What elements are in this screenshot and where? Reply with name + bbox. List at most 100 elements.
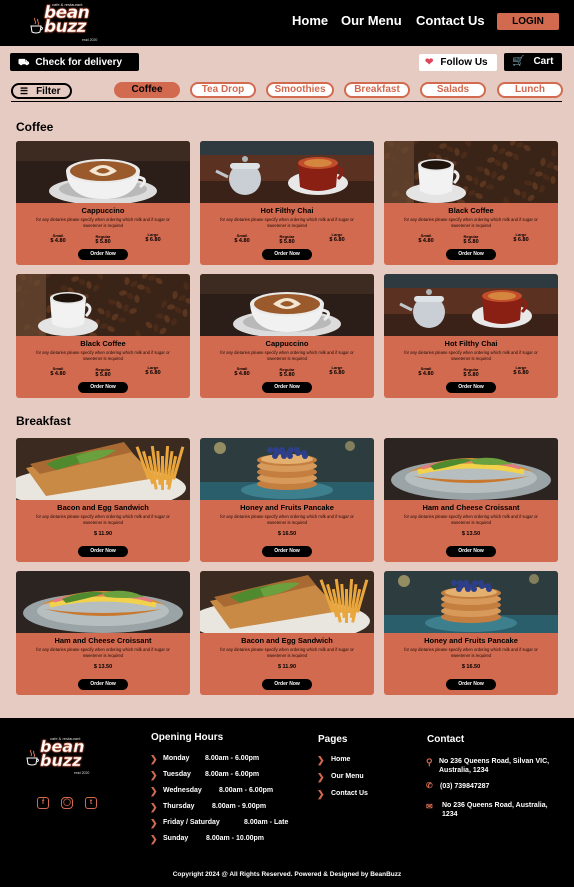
contact-phone[interactable]: (03) 739847287	[440, 783, 489, 790]
login-button[interactable]: LOGIN	[497, 13, 559, 30]
filter-button[interactable]: ☰ Filter	[11, 83, 72, 99]
chevron-right-icon: ❯	[317, 772, 325, 782]
size-large[interactable]: Large $ 6.80	[133, 232, 173, 243]
chevron-right-icon: ❯	[150, 818, 158, 828]
size-small[interactable]: Small $ 4.80	[38, 366, 78, 377]
contact-email: No 236 Queens Road, Australia, 1234	[442, 802, 548, 818]
item-name: Hot Filthy Chai	[444, 339, 498, 348]
heart-icon: ❤	[425, 57, 434, 68]
category-tea-drop[interactable]: Tea Drop	[190, 82, 256, 98]
size-price: $ 4.80	[418, 371, 434, 377]
coffee-card[interactable]: Hot Filthy Chai for any dietaries please …	[384, 274, 558, 398]
size-price: $ 5.80	[279, 372, 295, 378]
order-now-button[interactable]: Order Now	[78, 546, 128, 557]
cart-button[interactable]: 🛒 Cart	[504, 53, 562, 71]
size-small[interactable]: Small $ 4.80	[406, 233, 446, 244]
item-description: for any dietaries please specify when or…	[404, 647, 538, 658]
order-now-button[interactable]: Order Now	[262, 249, 312, 260]
order-now-button[interactable]: Order Now	[262, 382, 312, 393]
follow-us-button[interactable]: ❤ Follow Us	[419, 54, 497, 71]
hours-time: 8.00am - 6.00pm	[205, 755, 260, 762]
order-now-button[interactable]: Order Now	[78, 382, 128, 393]
size-regular[interactable]: Regular $ 5.80	[451, 234, 491, 245]
category-lunch[interactable]: Lunch	[497, 82, 563, 98]
size-small[interactable]: Small $ 4.80	[222, 233, 262, 244]
order-now-button[interactable]: Order Now	[446, 382, 496, 393]
filter-label: Filter	[36, 86, 61, 97]
order-now-button[interactable]: Order Now	[446, 679, 496, 690]
hours-time: 8.00am - Late	[244, 819, 289, 826]
brand-logo[interactable]: cafe & restaurant bean buzz estd 2020	[30, 2, 102, 43]
size-regular[interactable]: Regular $ 5.80	[83, 367, 123, 378]
order-now-button[interactable]: Order Now	[446, 546, 496, 557]
category-coffee[interactable]: Coffee	[114, 82, 180, 98]
nav-contact-us[interactable]: Contact Us	[416, 13, 485, 28]
size-small[interactable]: Small $ 4.80	[222, 366, 262, 377]
breakfast-card[interactable]: Honey and Fruits Pancake for any dietarie…	[200, 438, 374, 562]
category-breakfast[interactable]: Breakfast	[344, 82, 410, 98]
size-prices: Small $ 4.80 Regular $ 5.80 Large $ 6.80	[406, 365, 536, 380]
size-regular[interactable]: Regular $ 5.80	[451, 367, 491, 378]
item-description: for any dietaries please specify when or…	[220, 217, 354, 228]
cart-icon: 🛒	[512, 56, 525, 67]
facebook-icon[interactable]: f	[37, 797, 49, 809]
size-price: $ 4.80	[234, 371, 250, 377]
hours-time: 8.00am - 6.00pm	[219, 787, 274, 794]
size-price: $ 5.80	[95, 239, 111, 245]
cart-label: Cart	[533, 56, 554, 67]
coffee-card[interactable]: Black Coffee for any dietaries please spe…	[16, 274, 190, 398]
size-regular[interactable]: Regular $ 5.80	[83, 234, 123, 245]
footer-logo-wordmark: bean buzz	[40, 737, 85, 770]
truck-icon: ⛟	[18, 57, 30, 67]
delivery-label: Check for delivery	[35, 57, 123, 68]
check-delivery-button[interactable]: ⛟ Check for delivery	[10, 53, 139, 71]
chevron-right-icon: ❯	[150, 802, 158, 812]
location-pin-icon: ⚲	[426, 757, 433, 767]
size-large[interactable]: Large $ 6.80	[501, 232, 541, 243]
coffee-card[interactable]: Cappuccino for any dietaries please speci…	[200, 274, 374, 398]
order-now-button[interactable]: Order Now	[78, 679, 128, 690]
size-regular[interactable]: Regular $ 5.80	[267, 367, 307, 378]
size-large[interactable]: Large $ 6.80	[133, 365, 173, 376]
breakfast-card[interactable]: Ham and Cheese Croissant for any dietarie…	[16, 571, 190, 695]
size-price: $ 5.80	[279, 239, 295, 245]
breakfast-card[interactable]: Bacon and Egg Sandwich for any dietaries …	[200, 571, 374, 695]
size-large[interactable]: Large $ 6.80	[317, 232, 357, 243]
order-now-button[interactable]: Order Now	[446, 249, 496, 260]
size-price: $ 4.80	[234, 238, 250, 244]
breakfast-card[interactable]: Ham and Cheese Croissant for any dietarie…	[384, 438, 558, 562]
order-now-button[interactable]: Order Now	[262, 679, 312, 690]
footer-page-link[interactable]: Contact Us	[331, 790, 368, 797]
breakfast-card[interactable]: Honey and Fruits Pancake for any dietarie…	[384, 571, 558, 695]
chevron-right-icon: ❯	[317, 789, 325, 799]
size-price: $ 5.80	[463, 239, 479, 245]
order-now-button[interactable]: Order Now	[78, 249, 128, 260]
category-salads[interactable]: Salads	[420, 82, 486, 98]
item-description: for any dietaries please specify when or…	[36, 350, 170, 361]
twitter-icon[interactable]: t	[85, 797, 97, 809]
size-small[interactable]: Small $ 4.80	[38, 233, 78, 244]
contact-title: Contact	[427, 734, 465, 745]
nav-home[interactable]: Home	[292, 13, 328, 28]
size-large[interactable]: Large $ 6.80	[501, 365, 541, 376]
footer-page-link[interactable]: Home	[331, 756, 350, 763]
size-regular[interactable]: Regular $ 5.80	[267, 234, 307, 245]
instagram-icon[interactable]: ◯	[61, 797, 73, 809]
coffee-card[interactable]: Hot Filthy Chai for any dietaries please …	[200, 141, 374, 265]
footer-logo[interactable]: cafe & restaurant bean buzz estd 2020	[26, 735, 98, 777]
order-now-button[interactable]: Order Now	[262, 546, 312, 557]
category-smoothies[interactable]: Smoothies	[266, 82, 334, 98]
coffee-section-title: Coffee	[16, 120, 54, 134]
size-large[interactable]: Large $ 6.80	[317, 365, 357, 376]
nav-our-menu[interactable]: Our Menu	[341, 13, 402, 28]
item-description: for any dietaries please specify when or…	[404, 350, 538, 361]
footer-page-link[interactable]: Our Menu	[331, 773, 364, 780]
size-prices: Small $ 4.80 Regular $ 5.80 Large $ 6.80	[222, 232, 352, 247]
size-small[interactable]: Small $ 4.80	[406, 366, 446, 377]
coffee-card[interactable]: Black Coffee for any dietaries please spe…	[384, 141, 558, 265]
size-prices: Small $ 4.80 Regular $ 5.80 Large $ 6.80	[222, 365, 352, 380]
hours-time: 8.00am - 9.00pm	[212, 803, 267, 810]
coffee-card[interactable]: Cappuccino for any dietaries please speci…	[16, 141, 190, 265]
size-price: $ 5.80	[95, 372, 111, 378]
breakfast-card[interactable]: Bacon and Egg Sandwich for any dietaries …	[16, 438, 190, 562]
